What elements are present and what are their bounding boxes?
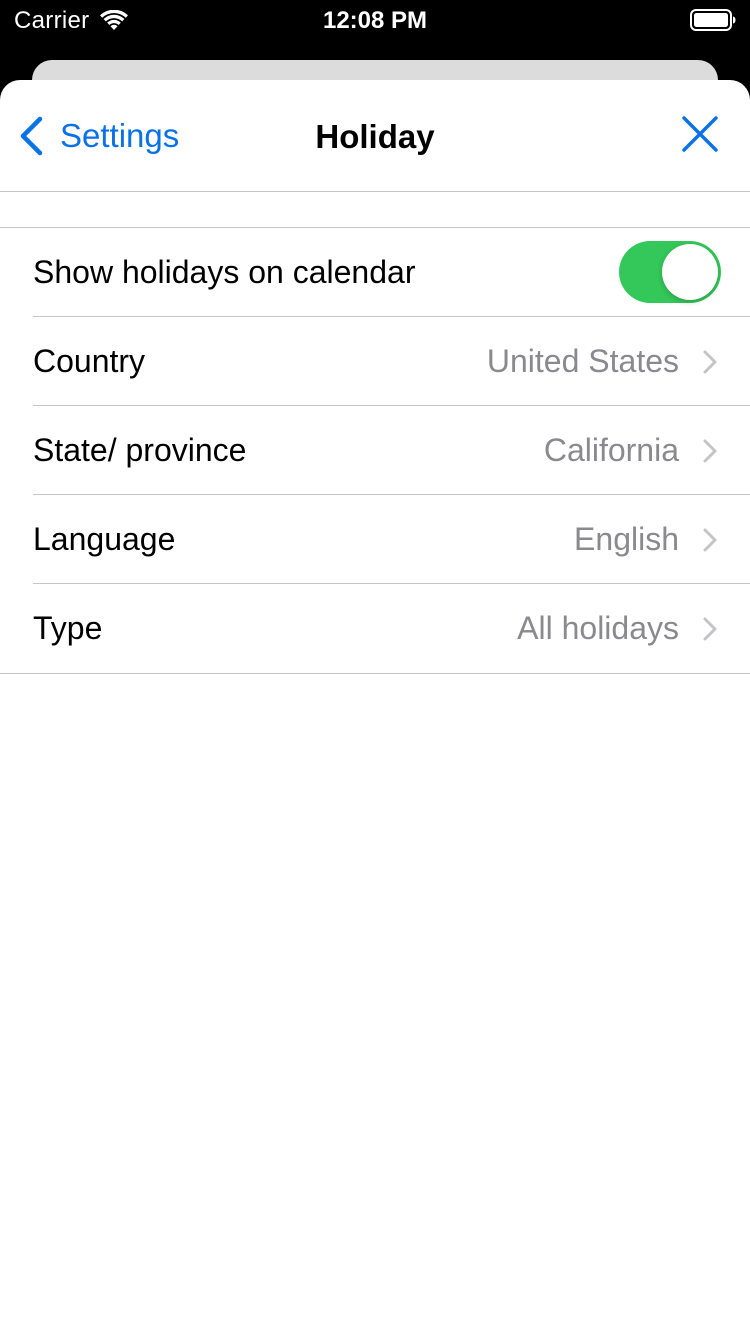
chevron-right-icon [703, 439, 717, 463]
page-title: Holiday [315, 118, 435, 155]
toggle-knob [662, 244, 718, 300]
type-row[interactable]: Type All holidays [33, 584, 750, 673]
show-holidays-toggle[interactable] [619, 241, 721, 303]
navigation-bar: Settings Holiday [0, 80, 750, 192]
close-icon[interactable] [680, 114, 720, 154]
show-holidays-row: Show holidays on calendar [33, 228, 750, 317]
country-value: United States [486, 343, 679, 379]
holiday-sheet: Settings Holiday Show holidays on calend… [0, 80, 750, 1334]
country-row[interactable]: Country United States [33, 317, 750, 406]
battery-full-icon [690, 9, 736, 31]
show-holidays-label: Show holidays on calendar [33, 253, 416, 290]
settings-list: Show holidays on calendar Country United… [0, 228, 750, 674]
section-spacer [0, 192, 750, 228]
state-province-label: State/ province [33, 431, 247, 468]
language-label: Language [33, 520, 176, 557]
country-label: Country [33, 342, 146, 379]
type-value: All holidays [517, 610, 679, 646]
language-row[interactable]: Language English [33, 495, 750, 584]
chevron-right-icon [703, 350, 717, 374]
status-bar: Carrier 12:08 PM [0, 0, 750, 40]
type-label: Type [33, 610, 103, 646]
chevron-right-icon [703, 617, 717, 641]
status-time: 12:08 PM [322, 7, 428, 34]
language-value: English [574, 521, 679, 557]
state-province-value: California [543, 432, 679, 468]
state-province-row[interactable]: State/ province California [33, 406, 750, 495]
chevron-right-icon [703, 528, 717, 552]
